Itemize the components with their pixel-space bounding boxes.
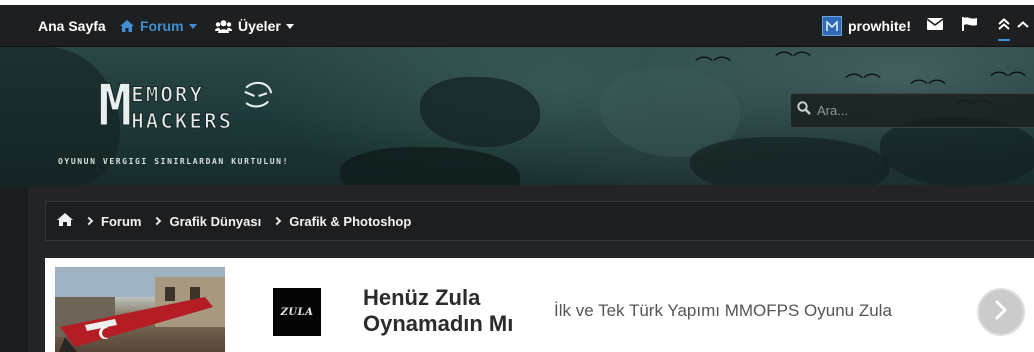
zula-logo: ZULA bbox=[273, 288, 321, 336]
chevron-right-icon bbox=[153, 216, 162, 226]
nav-forum-label: Forum bbox=[140, 18, 184, 34]
nav-home-label: Ana Sayfa bbox=[38, 18, 106, 34]
breadcrumb-item-photoshop[interactable]: Grafik & Photoshop bbox=[289, 214, 411, 229]
flag-icon bbox=[962, 16, 977, 36]
nav-users-label: Üyeler bbox=[238, 18, 281, 34]
avatar bbox=[822, 16, 842, 36]
top-navbar: Ana Sayfa Forum Üyeler prowhite! bbox=[0, 5, 1034, 47]
home-icon bbox=[57, 213, 73, 229]
nav-users-link[interactable]: Üyeler bbox=[215, 5, 294, 47]
breadcrumb-item-graphics-world[interactable]: Grafik Dünyası bbox=[169, 214, 261, 229]
ad-game-image bbox=[55, 267, 225, 352]
ad-title: Henüz Zula Oynamadın Mı bbox=[363, 285, 514, 336]
chevron-up-double-icon bbox=[998, 17, 1010, 35]
alerts-button[interactable] bbox=[962, 5, 977, 47]
search-icon bbox=[797, 101, 811, 120]
search-input[interactable] bbox=[817, 103, 1017, 118]
search-box[interactable] bbox=[790, 93, 1034, 128]
zula-logo-text: ZULA bbox=[280, 306, 314, 318]
collapse-button[interactable] bbox=[1017, 5, 1029, 47]
chevron-down-icon bbox=[285, 23, 294, 29]
chevron-right-icon bbox=[993, 299, 1009, 326]
user-menu-link[interactable]: prowhite! bbox=[822, 5, 911, 47]
breadcrumb: Forum Grafik Dünyası Grafik & Photoshop bbox=[45, 201, 1034, 241]
zula-ad-banner[interactable]: ZULA Henüz Zula Oynamadın Mı İlk ve Tek … bbox=[45, 258, 1034, 352]
site-logo[interactable]: M EMORY HACKERS bbox=[58, 78, 318, 168]
logo-initial: M bbox=[98, 78, 132, 139]
logo-tagline: OYUNUN VERGIGI SINIRLARDAN KURTULUN! bbox=[58, 157, 289, 166]
breadcrumb-item-forum[interactable]: Forum bbox=[101, 214, 141, 229]
nav-forum-link[interactable]: Forum bbox=[120, 5, 197, 47]
home-icon bbox=[120, 20, 134, 32]
mail-icon bbox=[926, 17, 944, 35]
ad-description: İlk ve Tek Türk Yapımı MMOFPS Oyunu Zula bbox=[554, 301, 892, 320]
smiley-icon bbox=[244, 81, 273, 108]
logo-line2: HACKERS bbox=[131, 109, 233, 133]
username-label: prowhite! bbox=[848, 18, 911, 34]
inbox-button[interactable] bbox=[926, 5, 944, 47]
nav-home-link[interactable]: Ana Sayfa bbox=[38, 5, 106, 47]
breadcrumb-home[interactable] bbox=[57, 213, 73, 229]
chevron-down-icon bbox=[188, 23, 197, 29]
chevron-right-icon bbox=[272, 216, 282, 226]
chevron-up-icon bbox=[1017, 17, 1029, 35]
ad-next-button[interactable] bbox=[977, 288, 1025, 336]
active-indicator bbox=[998, 39, 1010, 41]
logo-line1: EMORY bbox=[131, 83, 204, 107]
users-icon bbox=[215, 19, 232, 33]
chevron-right-icon bbox=[84, 216, 94, 226]
